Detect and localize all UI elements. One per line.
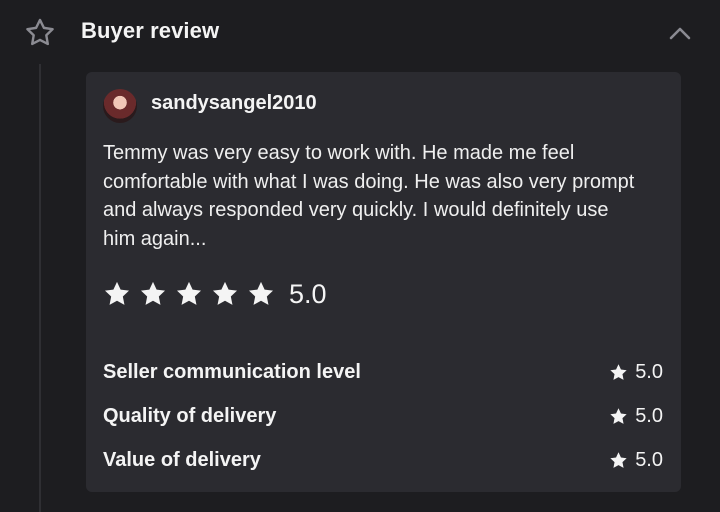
reviewer-username[interactable]: sandysangel2010 <box>151 92 317 115</box>
overall-rating: 5.0 <box>103 277 327 311</box>
star-filled-icon <box>140 281 166 305</box>
star-filled-icon <box>104 281 130 305</box>
star-filled-icon <box>610 452 627 468</box>
chevron-up-icon[interactable] <box>664 18 696 48</box>
star-filled-icon <box>610 408 627 424</box>
category-label: Seller communication level <box>103 361 361 383</box>
category-value: 5.0 <box>635 449 663 471</box>
section-rail <box>39 64 41 512</box>
category-score: 5.0 <box>609 405 663 428</box>
category-score: 5.0 <box>609 449 663 472</box>
section-title: Buyer review <box>81 18 220 43</box>
rating-category-row: Quality of delivery 5.0 <box>103 403 663 433</box>
category-label: Quality of delivery <box>103 405 277 427</box>
star-outline-icon <box>26 18 54 46</box>
avatar[interactable] <box>103 89 137 123</box>
star-filled-icon <box>176 281 202 305</box>
review-text: Temmy was very easy to work with. He mad… <box>103 142 635 250</box>
star-filled-icon <box>212 281 238 305</box>
rating-category-row: Value of delivery 5.0 <box>103 447 663 477</box>
category-value: 5.0 <box>635 405 663 427</box>
category-score: 5.0 <box>609 361 663 384</box>
star-filled-icon <box>248 281 274 305</box>
category-label: Value of delivery <box>103 449 261 471</box>
overall-rating-value: 5.0 <box>289 278 327 309</box>
category-value: 5.0 <box>635 361 663 383</box>
review-card: sandysangel2010 Temmy was very easy to w… <box>86 72 681 492</box>
rating-category-row: Seller communication level 5.0 <box>103 359 663 389</box>
star-filled-icon <box>610 364 627 380</box>
review-section-header[interactable]: Buyer review <box>0 0 720 64</box>
